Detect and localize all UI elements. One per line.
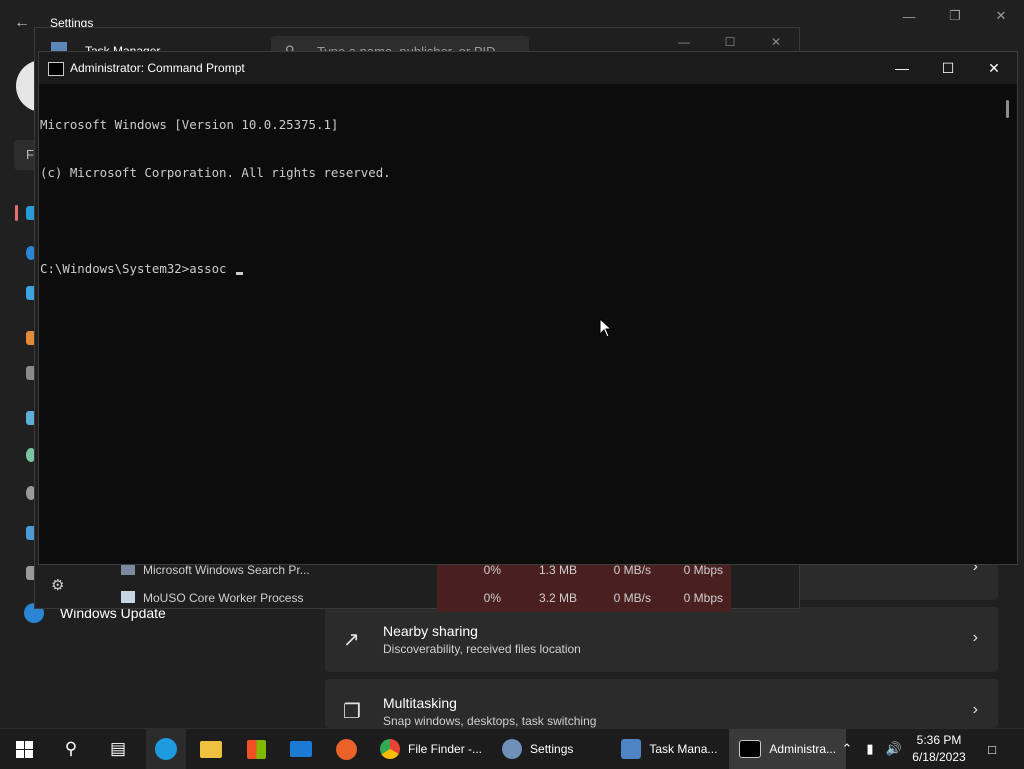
taskbar-app-label: Administra...: [769, 742, 837, 756]
windows-logo-icon: [15, 740, 33, 758]
settings-window-controls: — ❐ ✕: [886, 0, 1024, 32]
minimize-button[interactable]: —: [886, 0, 932, 32]
window-controls: — ☐ ✕: [879, 52, 1017, 84]
multitasking-icon: ❐: [343, 701, 361, 723]
taskbar: ⚲ ▤ File Finder -... Settings Task Mana.: [0, 728, 1024, 769]
disk-value: 0 MB/s: [613, 591, 651, 605]
taskbar-app-command-prompt[interactable]: Administra...: [729, 729, 847, 769]
terminal-line: Microsoft Windows [Version 10.0.25375.1]: [40, 117, 339, 132]
network-icon[interactable]: ▮: [858, 741, 882, 757]
prompt-text: C:\Windows\System32>assoc: [40, 261, 234, 276]
taskbar-app-label: Settings: [530, 742, 574, 756]
network-value: 0 Mbps: [683, 591, 723, 605]
chevron-right-icon: ›: [972, 701, 978, 718]
memory-value: 3.2 MB: [538, 591, 577, 605]
firefox-icon[interactable]: [326, 729, 366, 769]
clock-date: 6/18/2023: [912, 750, 966, 764]
taskbar-running-apps: File Finder -... Settings Task Mana... A…: [370, 729, 847, 769]
chevron-up-icon[interactable]: ⌃: [836, 741, 858, 757]
memory-value: 1.3 MB: [538, 563, 577, 577]
terminal-line: (c) Microsoft Corporation. All rights re…: [40, 165, 391, 180]
card-subtitle: Snap windows, desktops, task switching: [383, 714, 597, 728]
mail-icon[interactable]: [281, 729, 321, 769]
card-title: Multitasking: [383, 695, 457, 711]
back-arrow-icon[interactable]: ←: [14, 14, 30, 32]
chevron-right-icon: ›: [972, 629, 978, 646]
window-title: Administrator: Command Prompt: [70, 61, 245, 75]
disk-value: 0 MB/s: [613, 563, 651, 577]
chrome-icon: [380, 739, 400, 759]
search-icon[interactable]: ⚲: [51, 729, 91, 769]
taskbar-app-label: Task Mana...: [649, 742, 718, 756]
taskbar-pinned: ⚲ ▤: [4, 729, 366, 769]
card-subtitle: Discoverability, received files location: [383, 642, 581, 656]
taskbar-app-file-finder[interactable]: File Finder -...: [370, 729, 492, 769]
settings-gear-icon[interactable]: ⚙: [51, 576, 64, 594]
taskbar-app-task-manager[interactable]: Task Mana...: [611, 729, 727, 769]
nav-selection-indicator: [15, 205, 18, 221]
mouse-pointer-icon: [599, 318, 613, 338]
notification-icon[interactable]: □: [980, 729, 1004, 769]
start-button[interactable]: [4, 729, 44, 769]
card-title: Nearby sharing: [383, 623, 478, 639]
edge-icon[interactable]: [146, 729, 186, 769]
command-prompt-icon: [48, 62, 64, 76]
close-button[interactable]: ✕: [978, 0, 1024, 32]
process-icon: [121, 591, 135, 603]
system-tray: ⌃ ▮ 🔊: [836, 729, 906, 769]
taskbar-app-settings[interactable]: Settings: [492, 729, 583, 769]
network-value: 0 Mbps: [683, 563, 723, 577]
cpu-value: 0%: [483, 591, 501, 605]
taskbar-app-label: File Finder -...: [408, 742, 483, 756]
text-cursor: [235, 272, 243, 275]
share-icon: ↗: [343, 629, 360, 651]
terminal-output[interactable]: Microsoft Windows [Version 10.0.25375.1]…: [40, 85, 1000, 309]
volume-icon[interactable]: 🔊: [882, 741, 906, 757]
process-name: Microsoft Windows Search Pr...: [143, 563, 310, 577]
prompt-line: C:\Windows\System32>assoc: [40, 261, 1000, 277]
settings-card-nearby-sharing[interactable]: ↗ Nearby sharing Discoverability, receiv…: [325, 607, 998, 672]
store-icon[interactable]: [236, 729, 276, 769]
table-row[interactable]: MoUSO Core Worker Process 0% 3.2 MB 0 MB…: [119, 584, 799, 612]
clock[interactable]: 5:36 PM 6/18/2023: [906, 732, 972, 766]
minimize-button[interactable]: —: [879, 52, 925, 84]
command-prompt-icon: [739, 740, 762, 758]
close-button[interactable]: ✕: [971, 52, 1017, 84]
task-view-icon[interactable]: ▤: [98, 729, 138, 769]
title-bar[interactable]: Administrator: Command Prompt — ☐ ✕: [39, 52, 1017, 84]
task-manager-icon: [621, 739, 642, 759]
maximize-button[interactable]: ❐: [932, 0, 978, 32]
settings-card-multitasking[interactable]: ❐ Multitasking Snap windows, desktops, t…: [325, 679, 998, 728]
cpu-value: 0%: [483, 563, 501, 577]
command-prompt-window[interactable]: Administrator: Command Prompt — ☐ ✕ Micr…: [38, 51, 1018, 565]
gear-icon: [502, 739, 523, 759]
clock-time: 5:36 PM: [916, 733, 962, 747]
maximize-button[interactable]: ☐: [925, 52, 971, 84]
scrollbar-thumb[interactable]: [1006, 100, 1009, 118]
file-explorer-icon[interactable]: [191, 729, 231, 769]
process-name: MoUSO Core Worker Process: [143, 591, 304, 605]
